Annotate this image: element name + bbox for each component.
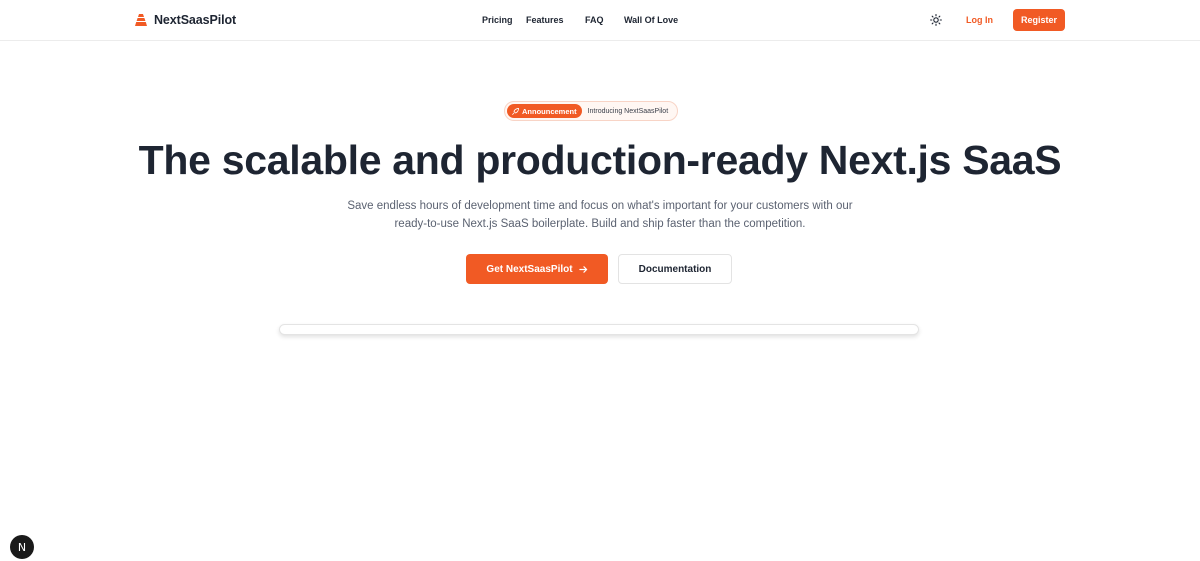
announcement-tag-label: Announcement (522, 106, 577, 116)
rocket-icon (512, 107, 519, 115)
hero-title: The scalable and production-ready Next.j… (138, 137, 1062, 183)
get-nextsaaspilot-label: Get NextSaasPilot (486, 263, 573, 275)
product-preview-frame (279, 324, 919, 335)
nav-link-pricing[interactable]: Pricing (482, 13, 513, 27)
get-nextsaaspilot-button[interactable]: Get NextSaasPilot (466, 254, 608, 284)
announcement-pill[interactable]: Announcement Introducing NextSaasPilot (504, 101, 679, 121)
sun-icon (930, 14, 942, 26)
top-navigation-bar: NextSaasPilot Pricing Features FAQ Wall … (0, 0, 1200, 41)
nav-link-wall-of-love[interactable]: Wall Of Love (624, 13, 678, 27)
login-link[interactable]: Log In (966, 13, 993, 27)
register-button[interactable]: Register (1013, 9, 1065, 31)
announcement-tag: Announcement (507, 104, 582, 118)
arrow-right-icon (578, 265, 587, 273)
theme-toggle-button[interactable] (928, 12, 944, 28)
hero-subtitle: Save endless hours of development time a… (347, 200, 853, 230)
documentation-button[interactable]: Documentation (618, 254, 732, 284)
nav-link-features[interactable]: Features (526, 13, 564, 27)
nav-link-faq[interactable]: FAQ (585, 13, 604, 27)
nextjs-dev-indicator-button[interactable]: N (10, 535, 34, 559)
announcement-text: Introducing NextSaasPilot (587, 107, 669, 115)
